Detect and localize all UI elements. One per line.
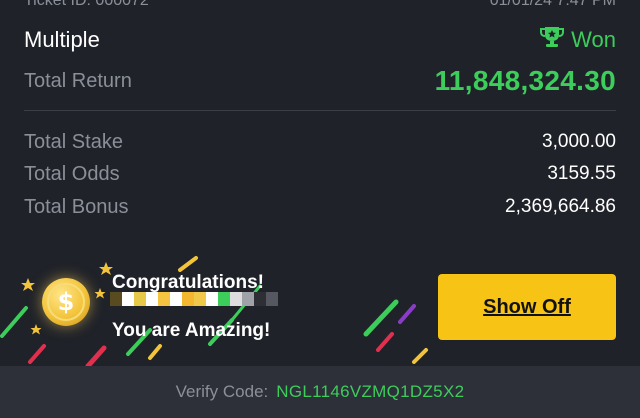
- congrats-banner: $ Congratulations! You are Amazing! Show…: [0, 250, 640, 366]
- total-odds-row: Total Odds 3159.55: [24, 160, 616, 188]
- bet-ticket-screen: Ticket ID: 000072 01/01/24 7:47 PM Multi…: [0, 0, 640, 418]
- trophy-icon: [539, 26, 565, 54]
- total-odds-label: Total Odds: [24, 162, 120, 185]
- total-odds-value: 3159.55: [547, 163, 616, 184]
- ticket-header: Ticket ID: 000072 01/01/24 7:47 PM: [24, 0, 616, 8]
- total-stake-label: Total Stake: [24, 130, 123, 153]
- verify-label: Verify Code:: [175, 382, 269, 401]
- bet-type-row: Multiple Won: [24, 24, 616, 56]
- show-off-button[interactable]: Show Off: [438, 274, 616, 340]
- divider: [24, 110, 616, 111]
- status-label: Won: [571, 27, 616, 52]
- show-off-label: Show Off: [483, 295, 571, 318]
- verify-footer: Verify Code: NGL1146VZMQ1DZ5X2: [0, 366, 640, 418]
- total-return-value: 11,848,324.30: [434, 65, 616, 96]
- total-bonus-label: Total Bonus: [24, 195, 129, 218]
- total-bonus-value: 2,369,664.86: [505, 196, 616, 217]
- censor-pixels: [110, 292, 290, 306]
- total-bonus-row: Total Bonus 2,369,664.86: [24, 193, 616, 221]
- total-return-row: Total Return 11,848,324.30: [24, 64, 616, 98]
- total-stake-value: 3,000.00: [542, 131, 616, 152]
- total-stake-row: Total Stake 3,000.00: [24, 128, 616, 156]
- congrats-text: Congratulations!: [112, 272, 264, 293]
- verify-code[interactable]: NGL1146VZMQ1DZ5X2: [276, 382, 464, 402]
- won-status: Won: [539, 26, 616, 54]
- amazing-text: You are Amazing!: [112, 320, 271, 341]
- ticket-id: Ticket ID: 000072: [24, 0, 149, 8]
- bet-type-label: Multiple: [24, 27, 100, 52]
- total-return-label: Total Return: [24, 69, 132, 92]
- dollar-coin-icon: $: [42, 278, 90, 326]
- ticket-date: 01/01/24 7:47 PM: [490, 0, 616, 8]
